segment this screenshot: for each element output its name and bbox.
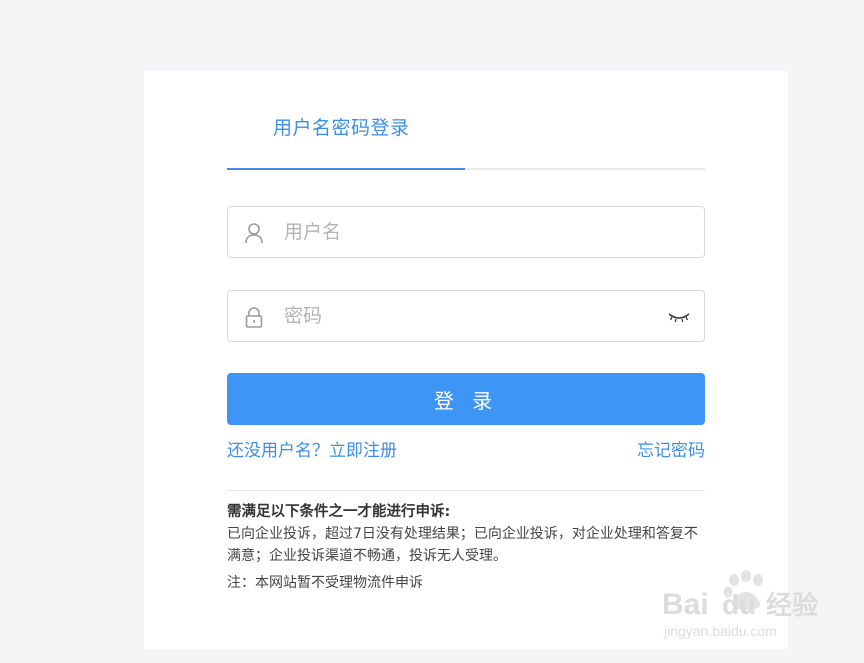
password-field[interactable] bbox=[227, 290, 705, 342]
tab-username-password-login[interactable]: 用户名密码登录 bbox=[273, 113, 410, 140]
login-tab-bar: 用户名密码登录 bbox=[227, 71, 705, 171]
baidu-jingyan-watermark: Bai du 经验 jingyan.baidu.com bbox=[662, 568, 832, 648]
svg-text:du: du bbox=[722, 589, 756, 620]
user-icon bbox=[244, 222, 264, 244]
username-field[interactable] bbox=[227, 206, 705, 258]
tab-active-indicator bbox=[227, 168, 465, 170]
svg-text:jingyan.baidu.com: jingyan.baidu.com bbox=[663, 623, 777, 639]
register-link[interactable]: 还没用户名？立即注册 bbox=[227, 436, 397, 461]
username-input[interactable] bbox=[284, 207, 654, 257]
svg-text:经验: 经验 bbox=[766, 590, 818, 620]
forgot-password-link[interactable]: 忘记密码 bbox=[637, 436, 705, 461]
appeal-notice: 需满足以下条件之一才能进行申诉: 已向企业投诉，超过7日没有处理结果；已向企业投… bbox=[227, 501, 707, 594]
divider bbox=[227, 490, 705, 491]
login-card: 用户名密码登录 用户名 登 录 还没用户名？立即注册 忘记密码 需满足以下条件之… bbox=[144, 71, 788, 649]
svg-text:Bai: Bai bbox=[662, 588, 709, 621]
notice-title: 需满足以下条件之一才能进行申诉: bbox=[227, 504, 451, 520]
password-input[interactable] bbox=[284, 291, 654, 341]
eye-closed-icon[interactable] bbox=[668, 309, 690, 323]
notice-note: 注：本网站暂不受理物流件申诉 bbox=[227, 575, 423, 591]
lock-icon bbox=[244, 306, 264, 328]
notice-body: 已向企业投诉，超过7日没有处理结果；已向企业投诉，对企业处理和答复不满意；企业投… bbox=[227, 526, 698, 564]
login-button[interactable]: 登 录 bbox=[227, 373, 705, 425]
